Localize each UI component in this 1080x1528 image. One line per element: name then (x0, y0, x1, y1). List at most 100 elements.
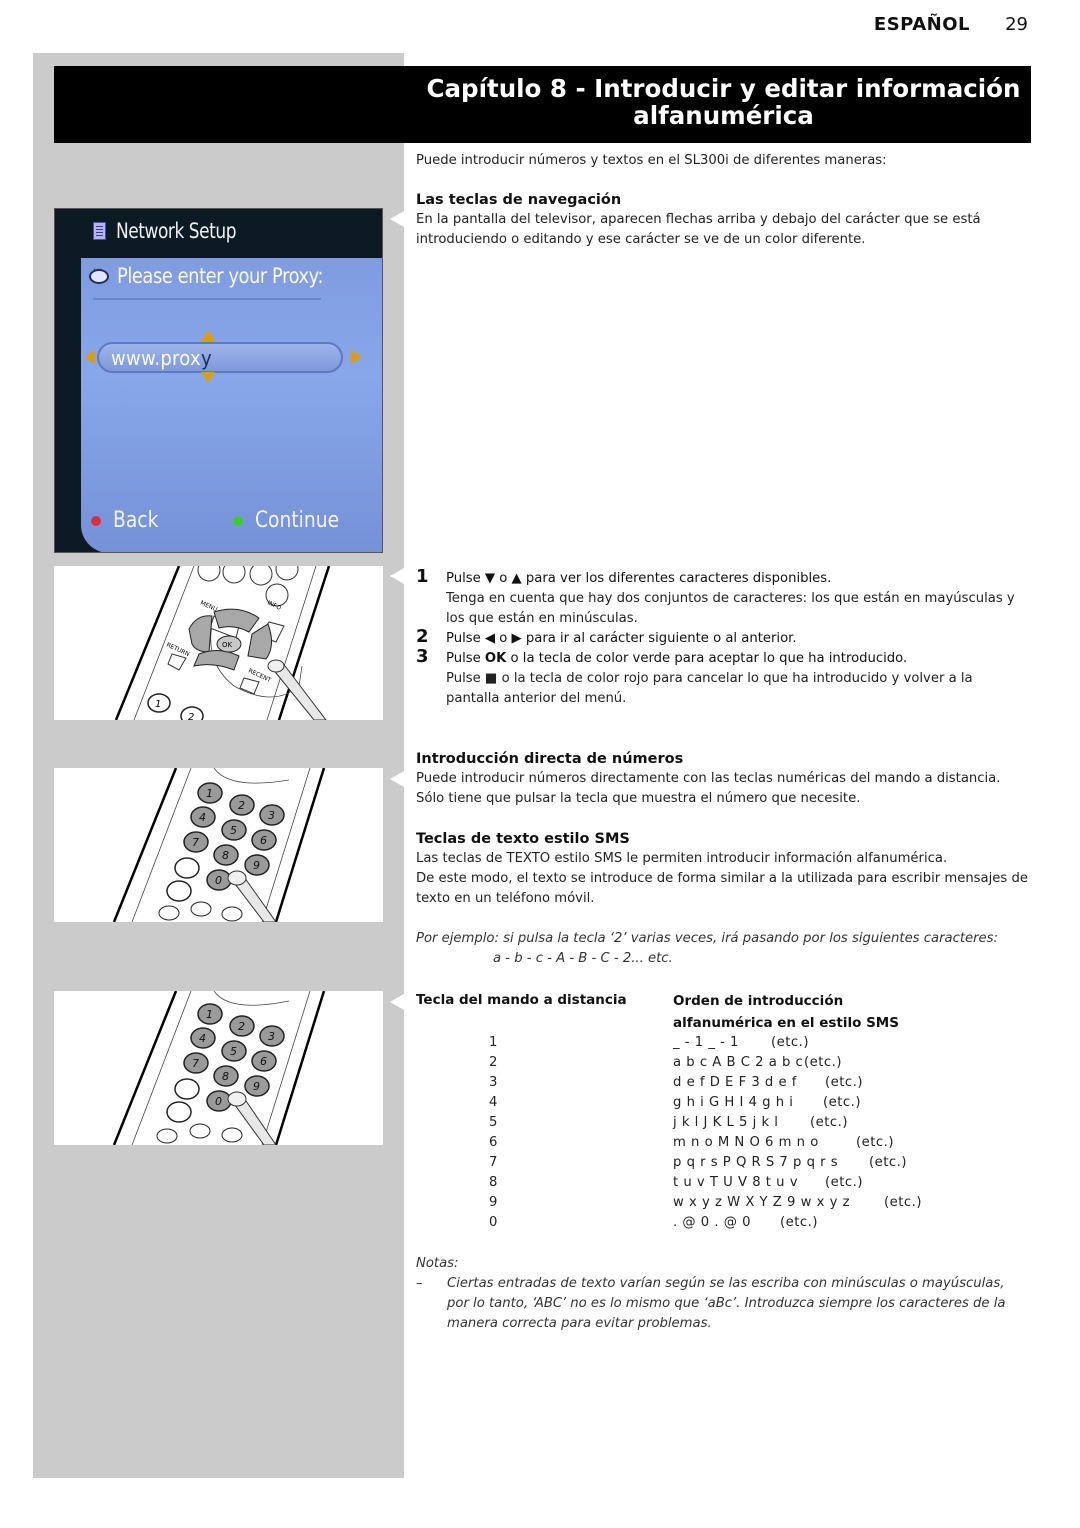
intro-paragraph: Puede introducir números y textos en el … (416, 153, 887, 168)
sms-section: Teclas de texto estilo SMS Las teclas de… (416, 829, 1028, 909)
step-number: 1 (416, 566, 429, 587)
digit-2-label: 2 (238, 799, 245, 812)
green-dot-icon (233, 515, 243, 526)
sequence-cell: t u v T U V 8 t u v (673, 1175, 799, 1190)
etc-cell: (etc.) (825, 1175, 864, 1190)
down-up-arrow-icons: ▼ o ▲ (484, 571, 522, 586)
step-suffix: o la tecla de color verde para aceptar l… (506, 651, 908, 666)
remote-navigation-illustration: MENU INFO OK RETURN RECENT 1 2 (54, 566, 383, 720)
keypad-keys (156, 1003, 285, 1144)
notes-section: Notas: – Ciertas entradas de texto varía… (416, 1254, 1028, 1334)
sequence-cell: j k l J K L 5 j k l (673, 1115, 779, 1130)
step-item: 1 Pulse ▼ o ▲ para ver los diferentes ca… (416, 566, 1028, 629)
key-cell: 8 (489, 1175, 498, 1190)
key-cell: 0 (489, 1215, 498, 1230)
pointer-arrow-icon (390, 211, 404, 227)
etc-cell: (etc.) (810, 1115, 849, 1130)
back-button[interactable]: Back (91, 508, 166, 533)
sms-heading: Teclas de texto estilo SMS (416, 831, 630, 847)
key-cell: 1 (489, 1035, 498, 1050)
chapter-banner: Capítulo 8 - Introducir y editar informa… (54, 66, 1031, 143)
step-suffix: para ir al carácter siguiente o al anter… (521, 631, 797, 646)
sequence-cell: d e f D E F 3 d e f (673, 1075, 797, 1090)
sms-example: Por ejemplo: si pulsa la tecla ‘2’ varia… (416, 929, 1028, 969)
digit-4-label: 4 (199, 811, 206, 824)
digit-0-label: 0 (215, 1095, 222, 1108)
remote-keypad-drawing: 1 2 3 4 5 6 7 8 9 0 (112, 768, 326, 922)
sequence-cell: w x y z W X Y Z 9 w x y z (673, 1195, 850, 1210)
step-number: 2 (416, 626, 429, 647)
proxy-input-text: www.prox (111, 346, 201, 370)
note-item: – Ciertas entradas de texto varían según… (416, 1274, 1028, 1334)
column-header-order-line1: Orden de introducción (673, 993, 844, 1009)
proxy-input[interactable]: www.proxy (97, 342, 343, 373)
key-cell: 7 (489, 1155, 498, 1170)
direct-entry-section: Introducción directa de números Puede in… (416, 749, 1028, 809)
steps-list: 1 Pulse ▼ o ▲ para ver los diferentes ca… (416, 566, 1028, 709)
key-cell: 2 (489, 1055, 498, 1070)
step-prefix: Pulse (446, 571, 485, 586)
sequence-cell: . @ 0 . @ 0 (673, 1215, 751, 1230)
notes-heading: Notas: (416, 1256, 459, 1271)
digit-0-label: 0 (215, 874, 222, 887)
column-header-order-line2: alfanumérica en el estilo SMS (673, 1015, 899, 1031)
tv-dialog-panel: Please enter your Proxy: www.proxy Back … (81, 258, 382, 552)
digit-6-label: 6 (260, 1055, 267, 1068)
continue-label: Continue (255, 508, 340, 533)
note-dash: – (416, 1276, 423, 1291)
step-detail: Pulse ■ o la tecla de color rojo para ca… (446, 671, 973, 706)
digit-7-label: 7 (192, 1057, 199, 1070)
step-instruction: Pulse ◀ o ▶ para ir al carácter siguient… (446, 629, 1028, 649)
step-item: 3 Pulse OK o la tecla de color verde par… (416, 647, 1028, 709)
direct-entry-heading: Introducción directa de números (416, 751, 684, 767)
sequence-cell: m n o M N O 6 m n o (673, 1135, 819, 1150)
tv-prompt-row: Please enter your Proxy: (89, 264, 359, 288)
step-suffix: para ver los diferentes caracteres dispo… (521, 571, 832, 586)
navigation-body: En la pantalla del televisor, aparecen f… (416, 212, 981, 247)
pointer-arrow-icon (390, 568, 404, 584)
sequence-cell: a b c A B C 2 a b c (673, 1055, 804, 1070)
etc-cell: (etc.) (771, 1035, 810, 1050)
key-cell: 3 (489, 1075, 498, 1090)
digit-3-label: 3 (268, 1030, 275, 1043)
step-detail: Tenga en cuenta que hay dos conjuntos de… (446, 591, 1015, 626)
etc-cell: (etc.) (780, 1215, 819, 1230)
digit-9-label: 9 (253, 859, 260, 872)
digit-1-label: 1 (206, 1008, 213, 1021)
navigation-section: Las teclas de navegación En la pantalla … (416, 190, 1028, 250)
step-item: 2 Pulse ◀ o ▶ para ir al carácter siguie… (416, 626, 1028, 649)
sequence-cell: _ - 1 _ - 1 (673, 1035, 739, 1050)
step-prefix: Pulse (446, 631, 485, 646)
etc-cell: (etc.) (884, 1195, 923, 1210)
chapter-title-line1: Capítulo 8 - Introducir y editar informa… (426, 74, 1021, 103)
ok-key-label: OK (222, 641, 233, 649)
key-cell: 4 (489, 1095, 498, 1110)
column-header-order: Orden de introducción alfanumérica en el… (673, 990, 933, 1034)
key-cell: 6 (489, 1135, 498, 1150)
chapter-title-line2: alfanumérica (633, 101, 814, 130)
digit-5-label: 5 (230, 824, 237, 837)
speech-bubble-icon (89, 265, 109, 284)
digit-2-label: 2 (188, 712, 194, 720)
digit-8-label: 8 (222, 849, 229, 862)
arrow-up-icon (201, 330, 215, 341)
tv-title-row: Network Setup (93, 217, 249, 245)
arrow-right-icon (351, 350, 362, 364)
step-instruction: Pulse OK o la tecla de color verde para … (446, 649, 1028, 669)
digit-7-label: 7 (192, 836, 199, 849)
remote-sms-keypad-drawing: 1 2 3 4 5 6 7 8 9 0 (112, 991, 326, 1145)
etc-cell: (etc.) (825, 1075, 864, 1090)
remote-keypad-illustration: 1 2 3 4 5 6 7 8 9 0 (54, 768, 383, 922)
etc-cell: (etc.) (869, 1155, 908, 1170)
tv-divider (93, 298, 321, 300)
column-header-key: Tecla del mando a distancia (416, 992, 627, 1008)
key-cell: 9 (489, 1195, 498, 1210)
navigation-heading: Las teclas de navegación (416, 192, 622, 208)
digit-1-label: 1 (206, 787, 213, 800)
tv-screen-illustration: Network Setup Please enter your Proxy: w… (54, 208, 383, 553)
sms-example-sequence: a - b - c - A - B - C - 2... etc. (493, 951, 673, 966)
remote-sms-keypad-illustration: 1 2 3 4 5 6 7 8 9 0 (54, 991, 383, 1145)
digit-4-label: 4 (199, 1032, 206, 1045)
page-number: 29 (1005, 14, 1028, 35)
continue-button[interactable]: Continue (233, 508, 354, 533)
